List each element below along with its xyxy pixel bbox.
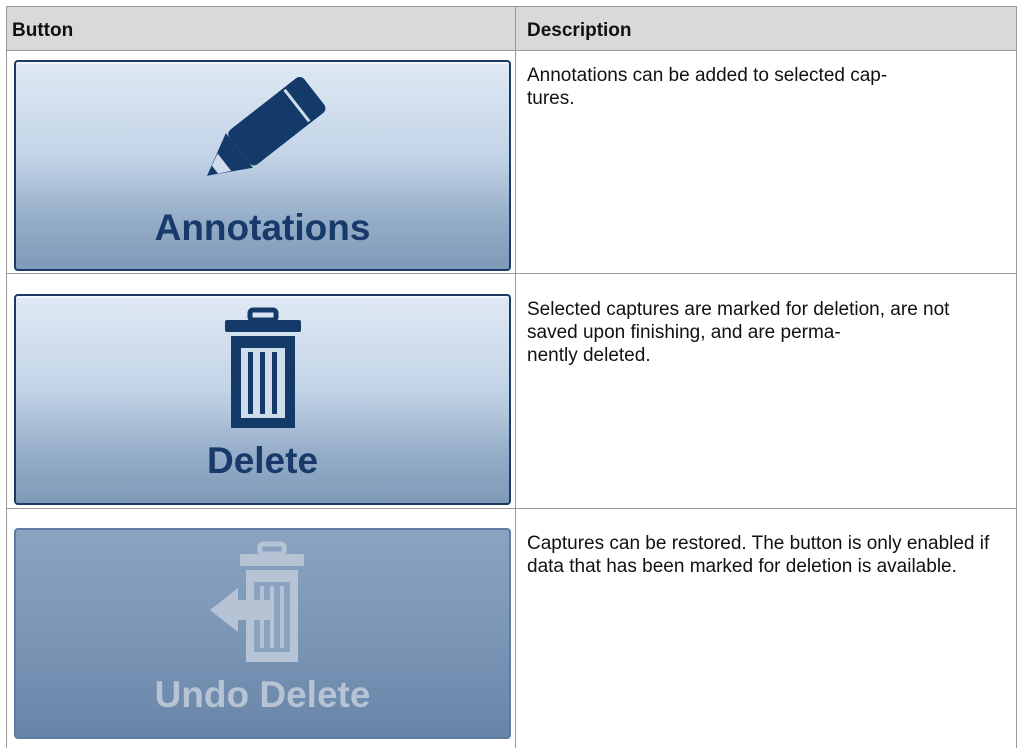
delete-button[interactable]: Delete [14, 294, 511, 505]
annotations-button[interactable]: Annotations [14, 60, 511, 271]
table-border-right [1016, 6, 1017, 748]
column-header-description: Description [527, 20, 632, 41]
annotations-description: Annotations can be added to selected cap… [527, 64, 997, 110]
undo-delete-button[interactable]: Undo Delete [14, 528, 511, 739]
delete-button-label: Delete [206, 440, 319, 481]
table-header-row: Button Description [6, 6, 1016, 51]
pencil-icon [16, 72, 509, 192]
button-description-table: Button Description Annotations Annotatio… [0, 0, 1024, 748]
delete-description: Selected captures are marked for deletio… [527, 298, 997, 367]
undo-delete-button-label: Undo Delete [154, 674, 371, 715]
annotations-description-text: Annotations can be added to selected cap… [527, 65, 888, 109]
trash-icon [16, 304, 509, 434]
row-divider-2 [6, 508, 1017, 509]
row-divider-1 [6, 273, 1017, 274]
table-border-left [6, 6, 7, 748]
undo-delete-description-text: Captures can be restored. The button is … [527, 533, 990, 577]
column-header-button: Button [12, 20, 74, 41]
undo-delete-icon [16, 538, 509, 668]
delete-description-text: Selected captures are marked for deletio… [527, 299, 950, 366]
undo-delete-description: Captures can be restored. The button is … [527, 532, 997, 578]
table-border-top [6, 6, 1017, 7]
annotations-button-label: Annotations [154, 207, 371, 248]
column-divider [515, 6, 516, 748]
